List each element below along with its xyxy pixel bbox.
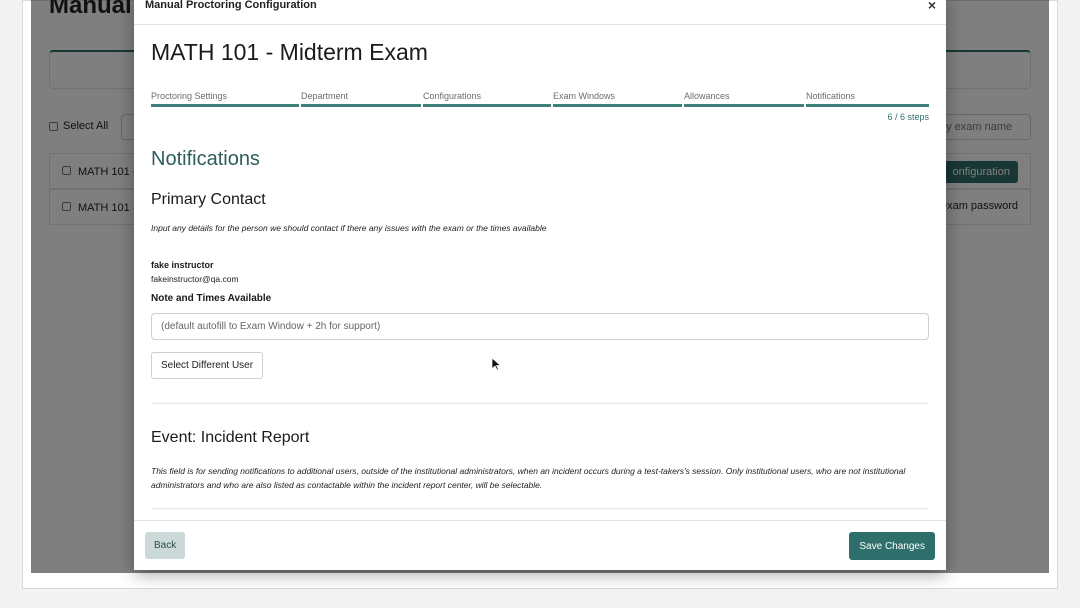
modal-body: MATH 101 - Midterm Exam Proctoring Setti… xyxy=(134,25,946,514)
select-all-checkbox[interactable]: Select All xyxy=(49,120,108,132)
step-bar xyxy=(553,104,682,107)
mouse-cursor-icon xyxy=(491,357,501,371)
contact-email: fakeinstructor@qa.com xyxy=(151,274,239,284)
close-icon[interactable]: × xyxy=(928,0,936,13)
step-label: Department xyxy=(301,91,349,101)
primary-contact-description: Input any details for the person we shou… xyxy=(151,223,547,233)
exam-title: MATH 101 - Midterm Exam xyxy=(151,39,428,65)
contact-name: fake instructor xyxy=(151,260,214,270)
exam-password-link[interactable]: exam password xyxy=(941,200,1018,212)
step-department[interactable]: Department xyxy=(301,91,421,111)
step-proctoring-settings[interactable]: Proctoring Settings xyxy=(151,91,299,111)
divider xyxy=(151,403,929,404)
row-exam-name: MATH 101 - xyxy=(78,202,137,214)
step-label: Allowances xyxy=(684,91,730,101)
background-page-title: Manual xyxy=(49,0,132,19)
note-times-input[interactable] xyxy=(151,313,929,340)
step-label: Exam Windows xyxy=(553,91,616,101)
incident-report-heading: Event: Incident Report xyxy=(151,429,310,446)
step-exam-windows[interactable]: Exam Windows xyxy=(553,91,682,111)
step-configurations[interactable]: Configurations xyxy=(423,91,551,111)
primary-contact-heading: Primary Contact xyxy=(151,191,266,208)
modal-title: Manual Proctoring Configuration xyxy=(145,0,317,11)
proctoring-config-modal: Manual Proctoring Configuration × MATH 1… xyxy=(134,0,946,570)
checkbox-icon[interactable] xyxy=(62,166,71,175)
back-button[interactable]: Back xyxy=(145,532,186,559)
step-progress: Proctoring Settings Department Configura… xyxy=(151,91,929,111)
note-label: Note and Times Available xyxy=(151,293,272,304)
step-label: Proctoring Settings xyxy=(151,91,228,101)
save-changes-button[interactable]: Save Changes xyxy=(849,532,935,560)
step-bar xyxy=(684,104,804,107)
select-different-user-button[interactable]: Select Different User xyxy=(151,352,264,379)
row-exam-name: MATH 101 - xyxy=(78,166,137,178)
step-bar xyxy=(423,104,551,107)
incident-report-description: This field is for sending notifications … xyxy=(151,466,906,490)
step-bar xyxy=(301,104,421,107)
step-label: Configurations xyxy=(423,91,482,101)
step-bar xyxy=(151,104,299,107)
modal-header: Manual Proctoring Configuration × xyxy=(134,0,946,25)
step-bar xyxy=(806,104,929,107)
checkbox-icon[interactable] xyxy=(62,202,71,211)
section-heading: Notifications xyxy=(151,148,260,170)
search-input[interactable]: by exam name xyxy=(931,114,1031,140)
step-notifications[interactable]: Notifications xyxy=(806,91,929,111)
select-all-label: Select All xyxy=(63,120,109,132)
step-allowances[interactable]: Allowances xyxy=(684,91,804,111)
step-count: 6 / 6 steps xyxy=(887,112,929,122)
checkbox-icon xyxy=(49,121,58,131)
divider xyxy=(151,508,929,509)
modal-footer: Back Save Changes xyxy=(134,520,946,570)
step-label: Notifications xyxy=(806,91,856,101)
